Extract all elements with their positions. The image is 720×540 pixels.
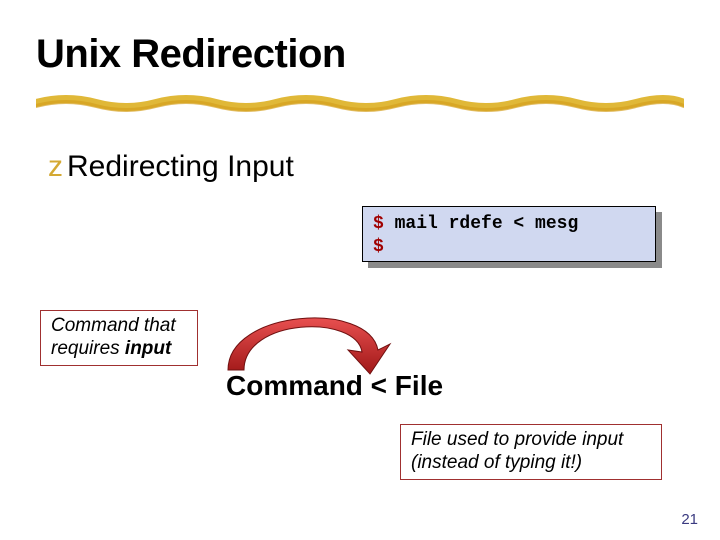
arrow-icon (198, 300, 398, 380)
syntax-expression: Command < File (226, 370, 443, 402)
bullet-item: z Redirecting Input (48, 150, 294, 184)
prompt-1: $ (373, 214, 384, 234)
annotation-command: Command that requires input (40, 310, 198, 366)
bullet-text: Redirecting Input (67, 150, 294, 184)
code-box: $ mail rdefe < mesg $ (362, 206, 656, 262)
code-line-1: mail rdefe < mesg (384, 214, 578, 234)
page-number: 21 (681, 511, 698, 528)
annotation-file-line1: File used to provide input (411, 429, 651, 452)
annotation-command-line1: Command that (51, 315, 187, 338)
annotation-file: File used to provide input (instead of t… (400, 424, 662, 480)
title-underline (36, 92, 684, 114)
prompt-2: $ (373, 237, 384, 257)
bullet-icon: z (48, 152, 63, 182)
slide-title: Unix Redirection (36, 32, 346, 77)
annotation-file-line2: (instead of typing it!) (411, 452, 651, 475)
annotation-command-em: input (125, 338, 171, 359)
code-example: $ mail rdefe < mesg $ (362, 206, 656, 262)
annotation-command-pre: requires (51, 338, 125, 359)
annotation-command-line2: requires input (51, 338, 187, 361)
